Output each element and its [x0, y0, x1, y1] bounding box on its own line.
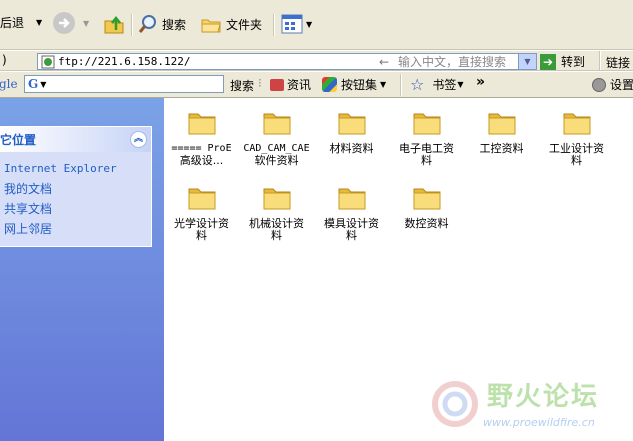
folder-icon [338, 188, 365, 210]
other-places-title: 它位置 [0, 133, 37, 147]
search-label: 搜索 [162, 17, 187, 32]
watermark-brand: 野火论坛 [487, 382, 600, 412]
folder-item[interactable]: ===== ProE 高级设... [164, 108, 239, 167]
google-popups-button[interactable]: 按钮集 ▼ [322, 76, 386, 93]
address-search-arrow-icon: ← [379, 54, 390, 69]
folder-icon [413, 113, 440, 135]
toolbar-separator [273, 14, 275, 36]
go-label: 转到 [561, 55, 586, 69]
news-label: 资讯 [287, 78, 312, 92]
other-places-header[interactable]: 它位置 ︽ [0, 127, 151, 152]
google-separator [400, 74, 402, 96]
settings-gear-icon [592, 77, 606, 92]
folder-name-line2: 料 [346, 229, 357, 242]
folder-item[interactable]: 数控资料 [389, 183, 464, 230]
address-input[interactable]: ftp://221.6.158.122/ ← 输入中文，直接搜索 ▼ [37, 53, 537, 70]
folder-name-line2: 高级设... [179, 154, 224, 167]
place-link-network-places[interactable]: 网上邻居 [0, 219, 151, 239]
address-dropdown-button[interactable]: ▼ [518, 54, 536, 69]
folder-name-line2: 软件资料 [254, 154, 299, 167]
go-button[interactable]: ➔ 转到 [540, 53, 585, 70]
popups-dropdown-icon[interactable]: ▼ [380, 80, 386, 89]
go-arrow-icon: ➔ [540, 53, 556, 70]
watermark-url: www.proewildfire.cn [483, 416, 595, 429]
back-dropdown-icon[interactable]: ▼ [36, 18, 42, 27]
google-search-dropdown-icon[interactable]: ▼ [40, 80, 46, 89]
up-folder-icon [104, 15, 124, 34]
links-label[interactable]: 链接 [606, 54, 630, 71]
bookmark-star-icon: ☆ [410, 75, 425, 94]
folder-item[interactable]: CAD_CAM_CAE 软件资料 [239, 108, 314, 167]
forward-button[interactable]: ▼ [53, 12, 89, 34]
address-prefix: ) [2, 53, 7, 67]
folder-icon [413, 188, 440, 210]
address-url: ftp://221.6.158.122/ [58, 55, 191, 68]
folder-icon [188, 113, 215, 135]
google-settings-button[interactable]: 设置 [592, 76, 633, 93]
place-link-shared-documents[interactable]: 共享文档 [0, 199, 151, 219]
google-toolbar: gle G ▼ 搜索 ⁝ 资讯 按钮集 ▼ ☆ 书签 ▼ » 设置 [0, 71, 633, 98]
address-bar: ) ftp://221.6.158.122/ ← 输入中文，直接搜索 ▼ ➔ 转… [0, 50, 633, 71]
forward-arrow-icon [53, 12, 75, 34]
search-icon [138, 15, 156, 33]
forward-dropdown-icon[interactable]: ▼ [83, 19, 89, 28]
popups-label: 按钮集 [341, 78, 378, 92]
standard-toolbar: 后退 ▼ ▼ 搜索 文件夹 ▼ [0, 0, 633, 50]
folders-label: 文件夹 [226, 17, 263, 32]
folder-name: 材料资料 [329, 142, 374, 155]
folder-name-line2: 料 [421, 154, 432, 167]
folder-name: 数控资料 [404, 217, 449, 230]
folder-name: 工控资料 [479, 142, 524, 155]
google-grip-icon: ⁝ [258, 76, 262, 90]
search-button[interactable]: 搜索 [137, 13, 186, 35]
folder-icon [263, 188, 290, 210]
button-gallery-icon [322, 77, 337, 92]
toolbar-separator [131, 14, 133, 36]
folder-icon [263, 113, 290, 135]
settings-label: 设置 [610, 78, 633, 92]
folder-icon [338, 113, 365, 135]
folder-item[interactable]: 工控资料 [464, 108, 539, 155]
folder-name-line2: 料 [271, 229, 282, 242]
folder-icon [563, 113, 590, 135]
up-folder-button[interactable] [102, 12, 126, 36]
place-link-my-documents[interactable]: 我的文档 [0, 179, 151, 199]
address-separator [599, 51, 601, 70]
other-places-panel: 它位置 ︽ Internet Explorer 我的文档 共享文档 网上邻居 [0, 126, 152, 247]
watermark-logo-icon [432, 381, 478, 427]
collapse-chevron-icon[interactable]: ︽ [130, 131, 147, 148]
folder-item[interactable]: 材料资料 [314, 108, 389, 155]
folders-icon [201, 19, 221, 33]
folder-item[interactable]: 光学设计资 料 [164, 183, 239, 242]
forum-watermark: 野火论坛 www.proewildfire.cn [425, 372, 633, 441]
folder-name-line2: 料 [571, 154, 582, 167]
news-icon [270, 78, 284, 91]
folder-icon [188, 188, 215, 210]
views-button[interactable]: ▼ [281, 13, 312, 35]
back-button[interactable]: 后退 ▼ [0, 14, 42, 31]
google-search-button[interactable]: 搜索 [230, 77, 254, 94]
ftp-page-icon [41, 55, 55, 69]
google-logo: gle [0, 77, 18, 91]
google-search-box[interactable]: G ▼ [24, 75, 224, 93]
folder-icon [488, 113, 515, 135]
google-g-icon: G [28, 77, 39, 91]
folder-item[interactable]: 模具设计资 料 [314, 183, 389, 242]
address-placeholder: 输入中文，直接搜索 [398, 55, 507, 69]
back-label: 后退 [0, 16, 25, 30]
views-grid-icon [281, 14, 303, 34]
google-news-button[interactable]: 资讯 [270, 76, 311, 93]
task-pane: 它位置 ︽ Internet Explorer 我的文档 共享文档 网上邻居 [0, 98, 164, 441]
views-dropdown-icon[interactable]: ▼ [306, 20, 312, 29]
folder-name-line2: 料 [196, 229, 207, 242]
bookmarks-dropdown-icon[interactable]: ▼ [457, 80, 463, 89]
google-more-button[interactable]: » [476, 74, 485, 90]
bookmarks-label: 书签 [432, 78, 457, 92]
place-link-internet-explorer[interactable]: Internet Explorer [0, 159, 151, 179]
folders-button[interactable]: 文件夹 [200, 13, 262, 35]
folder-item[interactable]: 电子电工资 料 [389, 108, 464, 167]
folder-item[interactable]: 工业设计资 料 [539, 108, 614, 167]
google-bookmarks-button[interactable]: ☆ 书签 ▼ [410, 75, 464, 94]
folder-item[interactable]: 机械设计资 料 [239, 183, 314, 242]
